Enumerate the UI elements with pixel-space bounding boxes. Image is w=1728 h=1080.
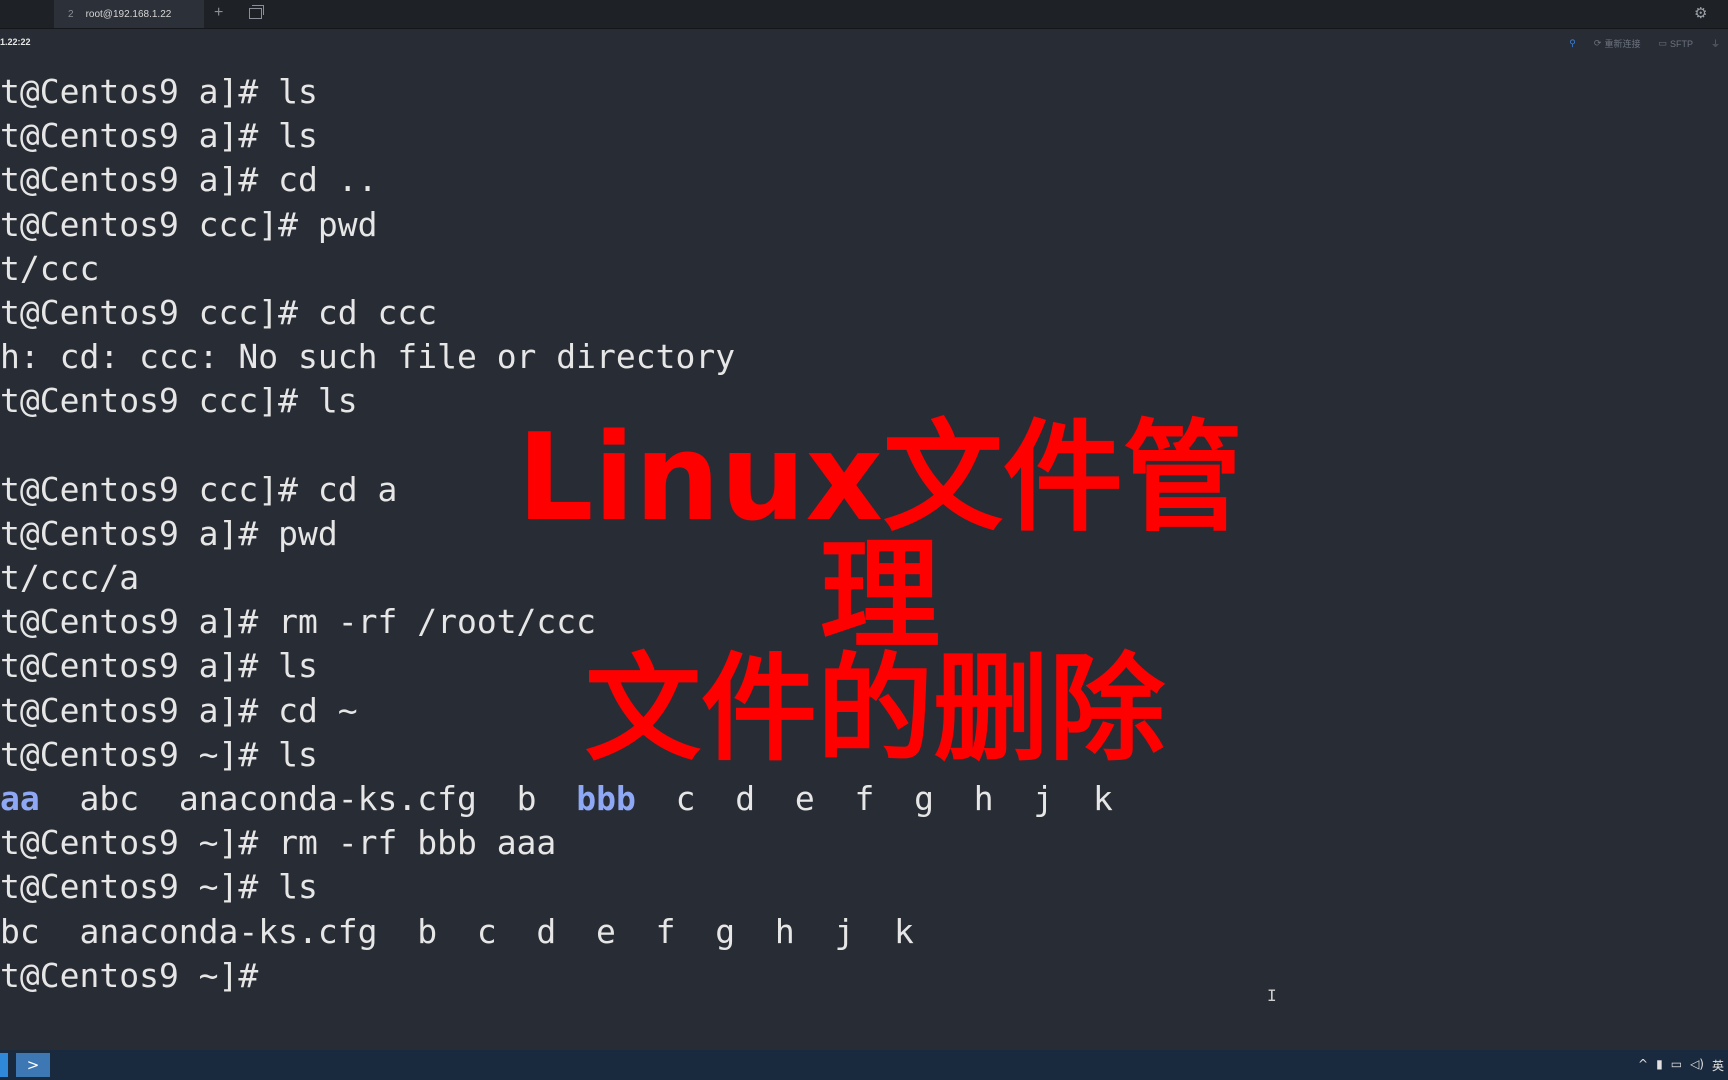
ls-file-entry: k [1092,779,1113,818]
sftp-button[interactable]: ▭ SFTP [1658,37,1693,50]
ls-directory-entry: aa [0,779,40,818]
session-info-bar: 1.22:22 ⚲ ⟳ 重新连接 ▭ SFTP ⏚ [0,28,1728,58]
ls-file-entry: h [973,779,994,818]
sftp-label: SFTP [1669,38,1693,49]
network-icon[interactable]: ▭ [1671,1057,1682,1074]
taskbar: > ^ ▮ ▭ ◁) 英 [0,1050,1728,1080]
terminal-line: h: cd: ccc: No such file or directory [0,337,736,377]
terminal-line: t@Centos9 a]# cd .. [0,160,378,200]
tab-number: 2 [68,8,74,20]
tab-session[interactable]: 2 root@192.168.1.22 [54,0,204,28]
text-cursor-icon: I [1267,986,1277,1005]
terminal-line: t@Centos9 ~]# ls [0,867,318,907]
session-tools: ⚲ ⟳ 重新连接 ▭ SFTP ⏚ [1569,37,1720,50]
tab-title: root@192.168.1.22 [85,8,172,20]
terminal-line: t@Centos9 ~]# [0,955,259,995]
ls-file-entry: b [516,779,537,818]
terminal-line: t@Centos9 a]# ls [0,72,318,111]
taskbar-app-icon[interactable] [0,1053,8,1077]
location-pin-icon[interactable]: ⚲ [1569,37,1576,50]
system-tray: ^ ▮ ▭ ◁) 英 [1638,1057,1724,1074]
tab-bar: 2 root@192.168.1.22 + ⚙ [0,0,1728,29]
reconnect-label: 重新连接 [1604,39,1641,49]
terminal-line: t/ccc [0,248,100,288]
terminal-icon[interactable]: > [16,1053,50,1077]
ls-directory-entry: bbb [576,779,636,818]
clone-tab-icon[interactable] [249,5,264,19]
ls-file-entry: e [794,779,815,818]
ls-file-entry: c [675,779,696,818]
terminal-line: t@Centos9 ccc]# pwd [0,204,378,244]
video-title-overlay: Linux文件管理 文件的删除 [470,409,1290,768]
ls-file-entry: anaconda-ks.cfg [178,779,477,818]
volume-icon[interactable]: ◁) [1690,1057,1704,1074]
overlay-title-line1: Linux文件管理 [517,409,1243,666]
terminal-line: aa abc anaconda-ks.cfg b bbb c d e f g h… [0,777,1728,821]
terminal-line: bc anaconda-ks.cfg b c d e f g h j k [0,911,914,951]
overlay-title-line2: 文件的删除 [585,642,1165,777]
plug-icon[interactable]: ⏚ [1711,37,1720,50]
terminal-line: t@Centos9 a]# ls [0,116,318,156]
terminal-line: t@Centos9 ~]# rm -rf bbb aaa [0,823,557,863]
new-tab-button[interactable]: + [214,4,223,22]
ls-file-entry: g [914,779,934,818]
terminal-line: t@Centos9 ccc]# cd ccc [0,292,438,332]
ls-file-entry: abc [79,779,140,818]
ls-file-entry: j [1033,779,1054,818]
ls-file-entry: f [854,779,875,818]
host-label: 1.22:22 [0,37,31,47]
gear-icon[interactable]: ⚙ [1694,4,1707,22]
tray-chevron-icon[interactable]: ^ [1638,1057,1648,1074]
reconnect-button[interactable]: ⟳ 重新连接 [1594,37,1641,50]
input-language[interactable]: 英 [1712,1057,1724,1074]
microphone-icon[interactable]: ▮ [1656,1057,1663,1074]
ls-file-entry: d [735,779,756,818]
